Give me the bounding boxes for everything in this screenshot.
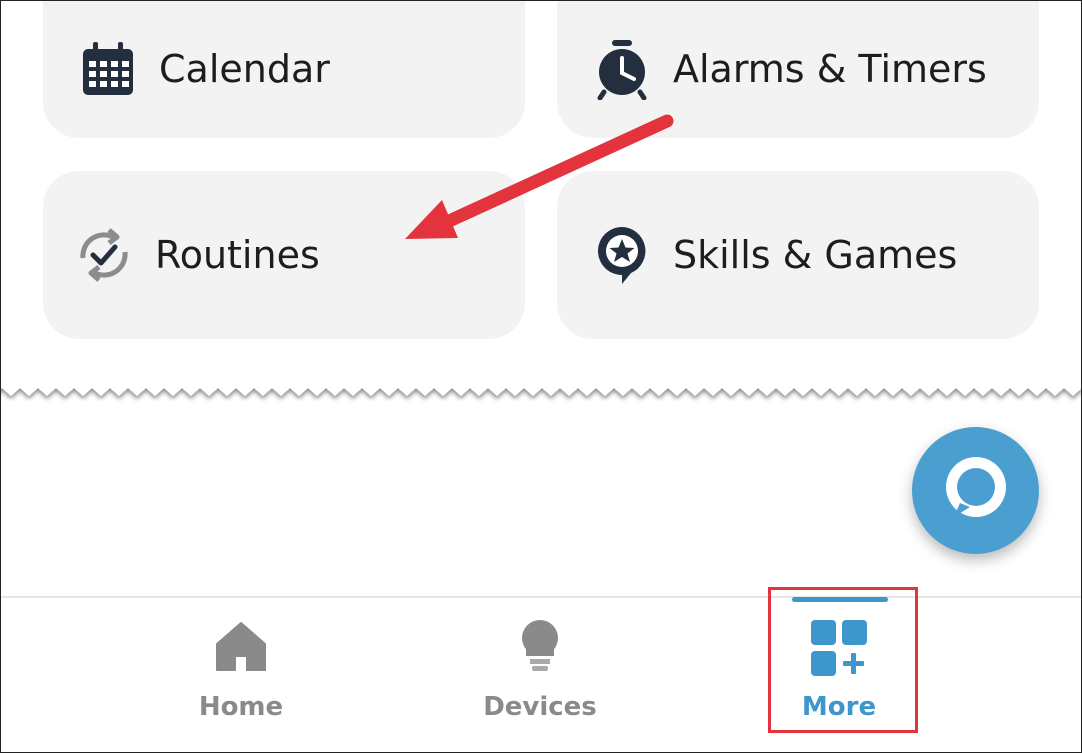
alarm-clock-icon	[591, 38, 653, 100]
nav-home[interactable]: Home	[141, 598, 341, 753]
lightbulb-icon	[518, 618, 562, 680]
tile-skills-games-label: Skills & Games	[673, 233, 958, 277]
tile-calendar-label: Calendar	[159, 47, 330, 91]
tile-skills-games[interactable]: Skills & Games	[557, 171, 1039, 339]
home-icon	[213, 618, 269, 678]
tile-alarms-timers-label: Alarms & Timers	[673, 47, 987, 91]
routines-icon	[73, 224, 135, 286]
alexa-button[interactable]	[912, 427, 1039, 554]
alexa-icon	[940, 453, 1012, 529]
bottom-nav: Home Devices More	[0, 596, 1082, 753]
tile-routines-label: Routines	[155, 233, 320, 277]
tile-alarms-timers[interactable]: Alarms & Timers	[557, 0, 1039, 138]
nav-home-label: Home	[198, 692, 284, 722]
nav-devices-label: Devices	[483, 692, 597, 722]
tile-calendar[interactable]: Calendar	[43, 0, 525, 138]
tile-routines[interactable]: Routines	[43, 171, 525, 339]
annotation-highlight-box	[768, 587, 918, 733]
skills-star-icon	[591, 224, 653, 286]
torn-edge-divider	[0, 370, 1082, 396]
nav-devices[interactable]: Devices	[440, 598, 640, 753]
calendar-icon	[77, 38, 139, 100]
